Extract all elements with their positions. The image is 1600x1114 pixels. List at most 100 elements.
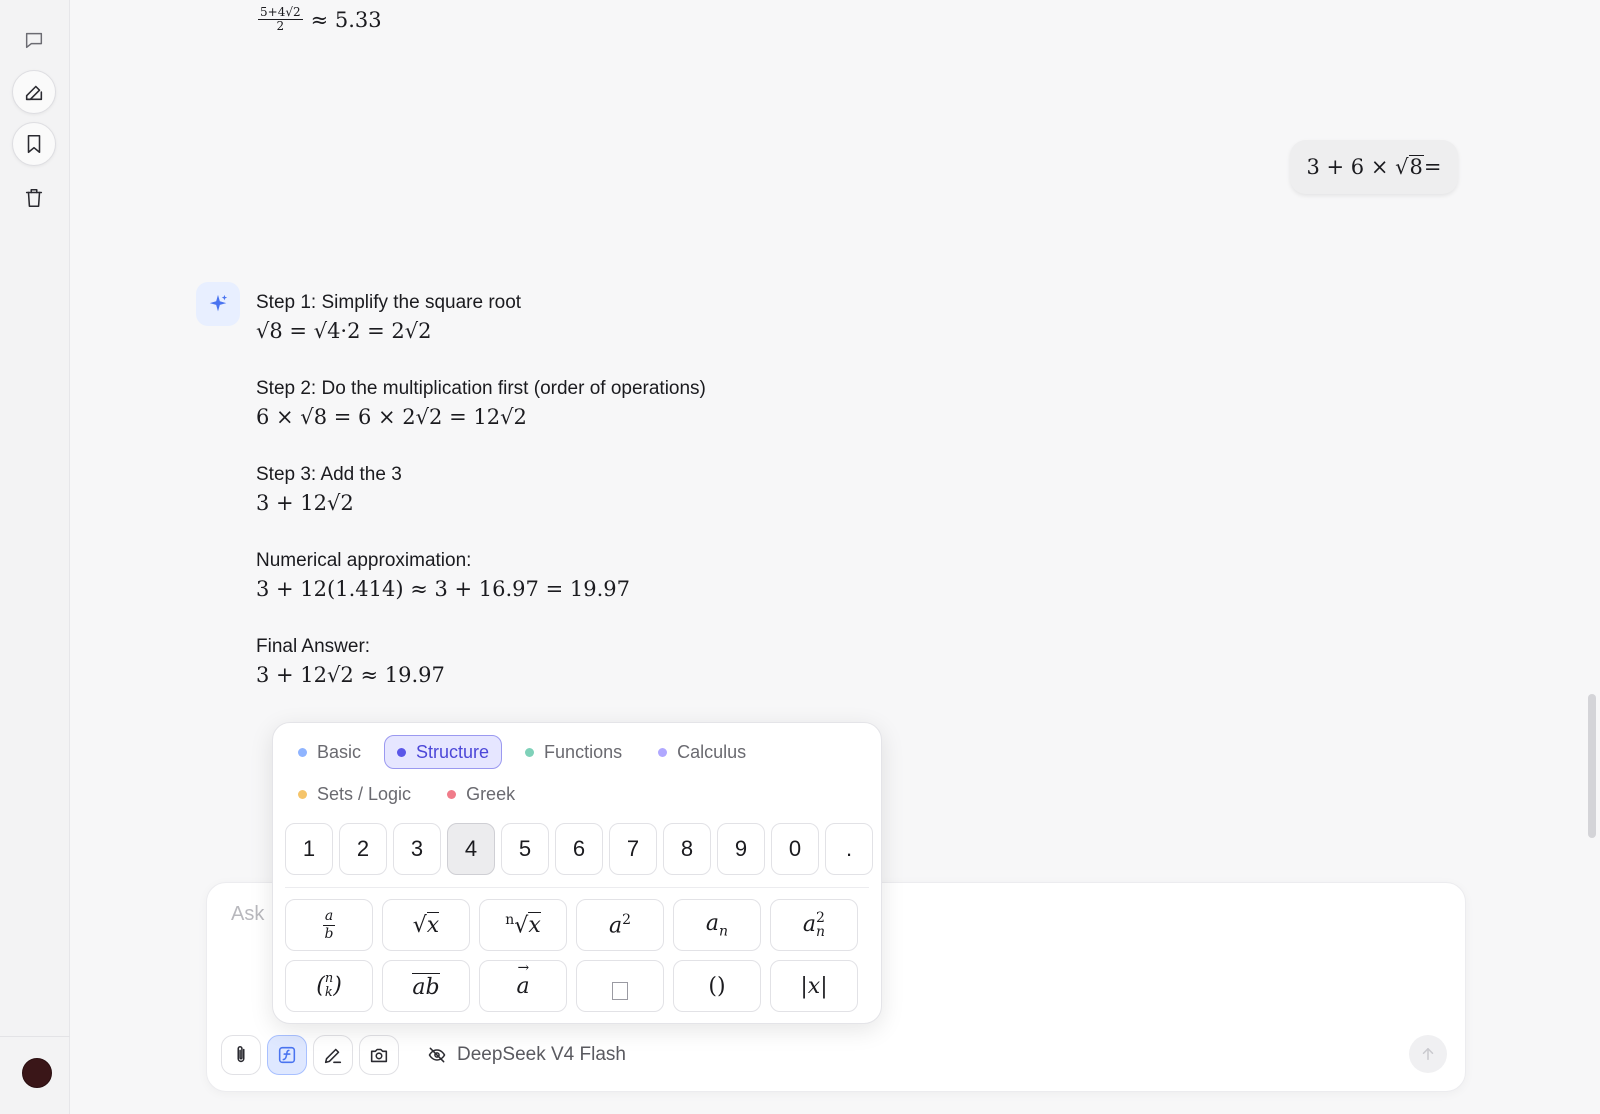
overline-template-key[interactable]: ab [382, 960, 470, 1012]
chat-scrollbar[interactable] [1588, 694, 1596, 838]
draw-button[interactable] [313, 1035, 353, 1075]
camera-button[interactable] [359, 1035, 399, 1075]
digit-key-2[interactable]: 2 [339, 823, 387, 875]
previous-result-fraction: 5+4√2 2 [258, 5, 303, 34]
app: 5+4√2 2 ≈ 5.33 3 + 6 × √8= Step 1: Simpl… [0, 0, 1600, 1114]
category-label: Basic [317, 741, 362, 762]
box-template-key[interactable] [576, 960, 664, 1012]
digit-key-4[interactable]: 4 [447, 823, 495, 875]
keyboard-divider [285, 887, 869, 888]
attach-button[interactable] [221, 1035, 261, 1075]
function-icon [278, 1046, 296, 1064]
assistant-sparkle-icon [196, 282, 240, 326]
fraction-template-key[interactable]: ab [285, 899, 373, 951]
bookmark-icon[interactable] [12, 122, 56, 166]
step-math: 3 + 12√2 [256, 491, 354, 515]
paperclip-icon [237, 1045, 245, 1063]
step-3: Step 3: Add the 3 3 + 12√2 [256, 461, 956, 517]
parentheses-template-key[interactable]: () [673, 960, 761, 1012]
nth-root-glyph: n√x [505, 911, 541, 939]
digit-key-9[interactable]: 9 [717, 823, 765, 875]
digit-key-8[interactable]: 8 [663, 823, 711, 875]
category-label: Functions [544, 741, 623, 762]
step-label: Step 2: Do the multiplication first (ord… [256, 378, 706, 399]
digit-key-5[interactable]: 5 [501, 823, 549, 875]
step-1: Step 1: Simplify the square root √8 = √4… [256, 289, 956, 345]
digit-key-decimal[interactable]: . [825, 823, 873, 875]
chat-input-placeholder[interactable]: Ask [231, 903, 264, 926]
overline-glyph: ab [412, 972, 440, 1000]
step-numerical: Numerical approximation: 3 + 12(1.414) ≈… [256, 547, 956, 603]
category-calculus[interactable]: Calculus [645, 735, 759, 769]
box-glyph [612, 982, 628, 1000]
user-message-suffix: = [1423, 155, 1442, 179]
user-message-sqrt: √8 [1395, 155, 1424, 179]
step-math: √8 = √4·2 = 2√2 [256, 319, 432, 343]
math-keyboard: Basic Structure Functions Calculus Sets … [272, 722, 882, 1024]
digit-key-3[interactable]: 3 [393, 823, 441, 875]
category-functions[interactable]: Functions [512, 735, 635, 769]
parentheses-glyph: () [708, 973, 726, 999]
step-math: 3 + 12√2 ≈ 19.97 [256, 663, 445, 687]
vector-template-key[interactable]: → a [479, 960, 567, 1012]
step-label: Step 3: Add the 3 [256, 464, 402, 485]
previous-result-approx: ≈ 5.33 [310, 7, 382, 32]
category-greek[interactable]: Greek [434, 777, 528, 811]
user-message: 3 + 6 × √8= [1306, 155, 1442, 179]
user-message-radicand: 8 [1408, 155, 1424, 179]
user-message-bubble: 3 + 6 × √8= [1290, 140, 1458, 194]
superscript-glyph: a2 [608, 911, 632, 939]
binomial-template-key[interactable]: (n k) [285, 960, 373, 1012]
sub-superscript-template-key[interactable]: a2n [770, 899, 858, 951]
category-label: Calculus [677, 741, 747, 762]
step-math: 3 + 12(1.414) ≈ 3 + 16.97 = 19.97 [256, 577, 630, 601]
category-dot [397, 747, 407, 757]
digit-key-7[interactable]: 7 [609, 823, 657, 875]
category-dot [658, 747, 668, 757]
trash-icon[interactable] [12, 176, 56, 220]
sqrt-template-key[interactable]: √x [382, 899, 470, 951]
category-label: Sets / Logic [317, 783, 412, 804]
send-button[interactable] [1409, 1035, 1447, 1073]
previous-result-numerator: 5+4√2 [258, 5, 303, 21]
binomial-glyph: (n k) [316, 970, 342, 1000]
nth-root-template-key[interactable]: n√x [479, 899, 567, 951]
model-name[interactable]: DeepSeek V4 Flash [457, 1044, 626, 1066]
pen-icon [324, 1048, 342, 1064]
category-structure[interactable]: Structure [384, 735, 503, 769]
previous-result-denominator: 2 [276, 19, 285, 34]
digit-key-0[interactable]: 0 [771, 823, 819, 875]
eye-off-icon [428, 1047, 446, 1063]
superscript-template-key[interactable]: a2 [576, 899, 664, 951]
absolute-value-template-key[interactable]: |x| [770, 960, 858, 1012]
camera-icon [370, 1048, 388, 1063]
category-basic[interactable]: Basic [285, 735, 374, 769]
step-2: Step 2: Do the multiplication first (ord… [256, 375, 956, 431]
step-label: Numerical approximation: [256, 550, 472, 571]
vector-glyph: → a [516, 959, 530, 999]
fraction-glyph: ab [322, 908, 336, 942]
step-final: Final Answer: 3 + 12√2 ≈ 19.97 [256, 633, 956, 689]
math-keyboard-button[interactable] [267, 1035, 307, 1075]
absolute-value-glyph: |x| [800, 973, 828, 999]
model-selector[interactable]: DeepSeek V4 Flash [427, 1035, 626, 1075]
category-dot [447, 789, 457, 799]
chat-bubble-icon[interactable] [12, 18, 56, 62]
previous-result: 5+4√2 2 ≈ 5.33 [258, 5, 382, 34]
category-dot [525, 747, 535, 757]
subscript-template-key[interactable]: an [673, 899, 761, 951]
avatar[interactable] [22, 1058, 52, 1088]
sub-superscript-glyph: a2n [802, 910, 826, 940]
category-sets-logic[interactable]: Sets / Logic [285, 777, 424, 811]
category-dot [298, 747, 307, 757]
digit-key-6[interactable]: 6 [555, 823, 603, 875]
sidebar [0, 0, 70, 1114]
digit-key-1[interactable]: 1 [285, 823, 333, 875]
digit-row: 1 2 3 4 5 6 7 8 9 0 . [285, 823, 873, 875]
arrow-up-icon [1422, 1048, 1434, 1060]
user-message-lhs: 3 + 6 × [1306, 155, 1389, 179]
subscript-glyph: an [705, 910, 729, 940]
step-math: 6 × √8 = 6 × 2√2 = 12√2 [256, 405, 527, 429]
edit-icon[interactable] [12, 70, 56, 114]
category-label: Greek [466, 783, 516, 804]
